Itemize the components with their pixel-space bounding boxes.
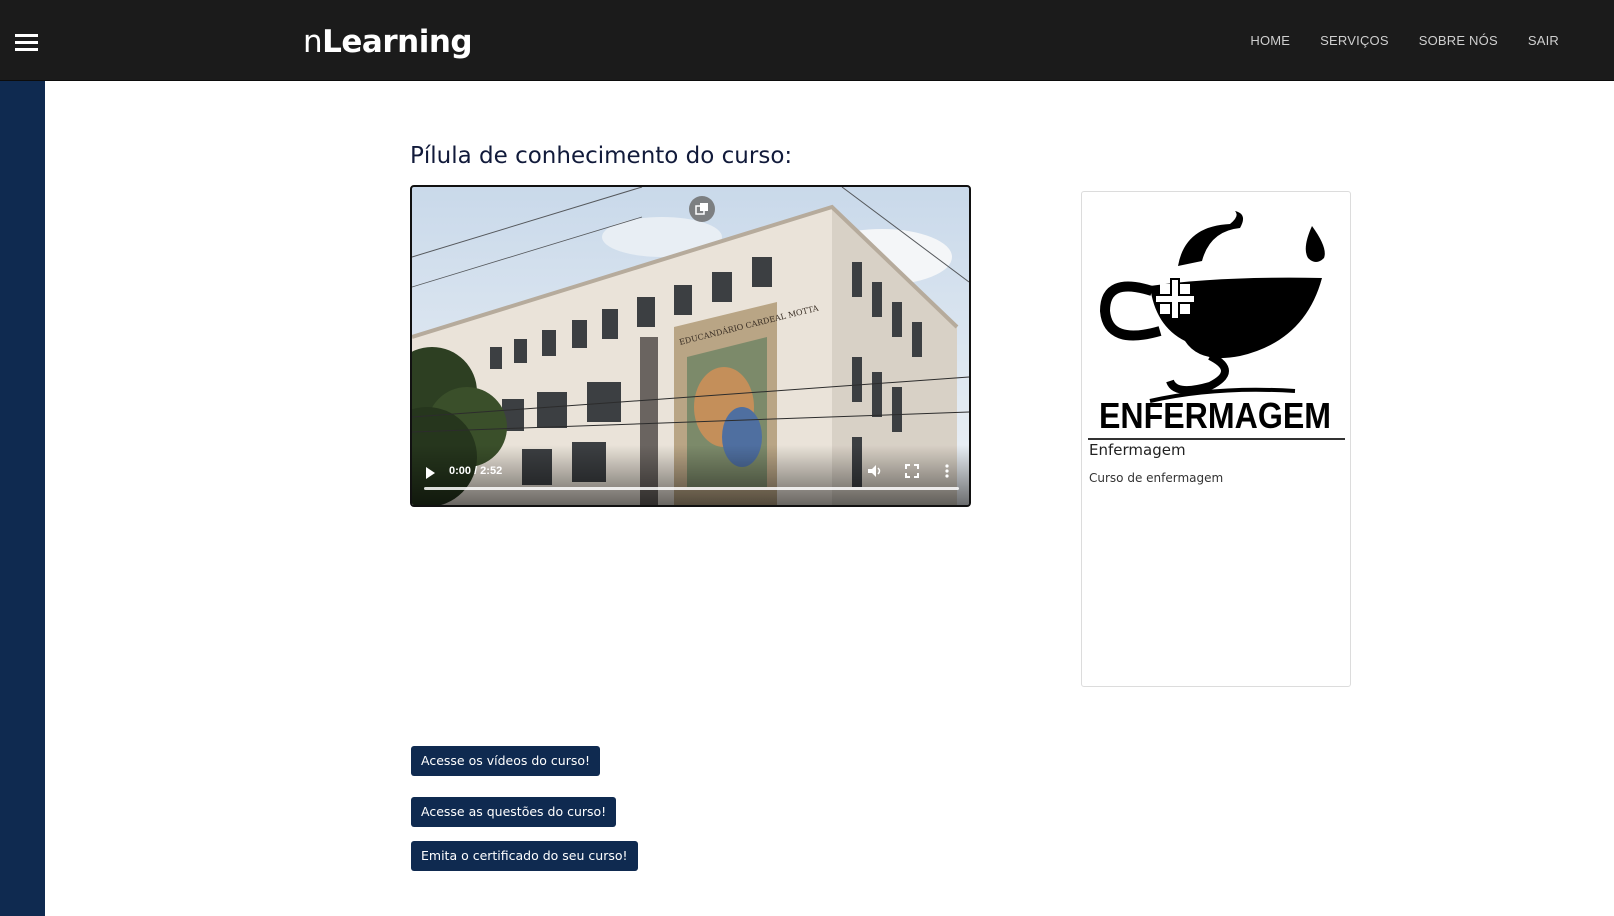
- nursing-lamp-logo: ENFERMAGEM: [1099, 211, 1331, 431]
- nav-sair[interactable]: SAIR: [1528, 33, 1559, 48]
- play-icon[interactable]: [426, 467, 435, 479]
- nav-sobre-nos[interactable]: SOBRE NÓS: [1419, 33, 1498, 48]
- nav-servicos[interactable]: SERVIÇOS: [1320, 33, 1389, 48]
- course-questions-button[interactable]: Acesse as questões do curso!: [411, 797, 617, 827]
- picture-in-picture-icon[interactable]: [689, 196, 715, 222]
- course-description: Curso de enfermagem: [1089, 471, 1224, 485]
- video-progress-bar[interactable]: [424, 487, 959, 490]
- main-nav: HOME SERVIÇOS SOBRE NÓS SAIR: [1250, 33, 1559, 48]
- volume-icon[interactable]: [867, 463, 883, 479]
- section-title: Pílula de conhecimento do curso:: [410, 143, 793, 169]
- issue-certificate-button[interactable]: Emita o certificado do seu curso!: [411, 841, 638, 871]
- fullscreen-icon[interactable]: [905, 464, 919, 478]
- course-videos-button[interactable]: Acesse os vídeos do curso!: [411, 746, 601, 776]
- card-divider: [1088, 438, 1345, 440]
- menu-icon[interactable]: [15, 34, 38, 52]
- video-player[interactable]: EDUCANDÁRIO CARDEAL MOTTA 0:00 / 2:52: [410, 185, 971, 507]
- course-card[interactable]: ENFERMAGEM Enfermagem Curso de enfermage…: [1081, 191, 1351, 687]
- more-options-icon[interactable]: [944, 463, 950, 479]
- brand-prefix: n: [303, 24, 323, 60]
- course-title: Enfermagem: [1089, 441, 1186, 459]
- brand-main: Learning: [322, 24, 473, 60]
- video-controls: 0:00 / 2:52: [412, 445, 969, 505]
- logo-text: ENFERMAGEM: [1099, 395, 1331, 431]
- video-time: 0:00 / 2:52: [449, 465, 503, 477]
- top-navbar: nLearning HOME SERVIÇOS SOBRE NÓS SAIR: [0, 0, 1614, 81]
- brand-logo[interactable]: nLearning: [303, 22, 473, 62]
- nav-home[interactable]: HOME: [1250, 33, 1290, 48]
- sidebar: [0, 81, 45, 916]
